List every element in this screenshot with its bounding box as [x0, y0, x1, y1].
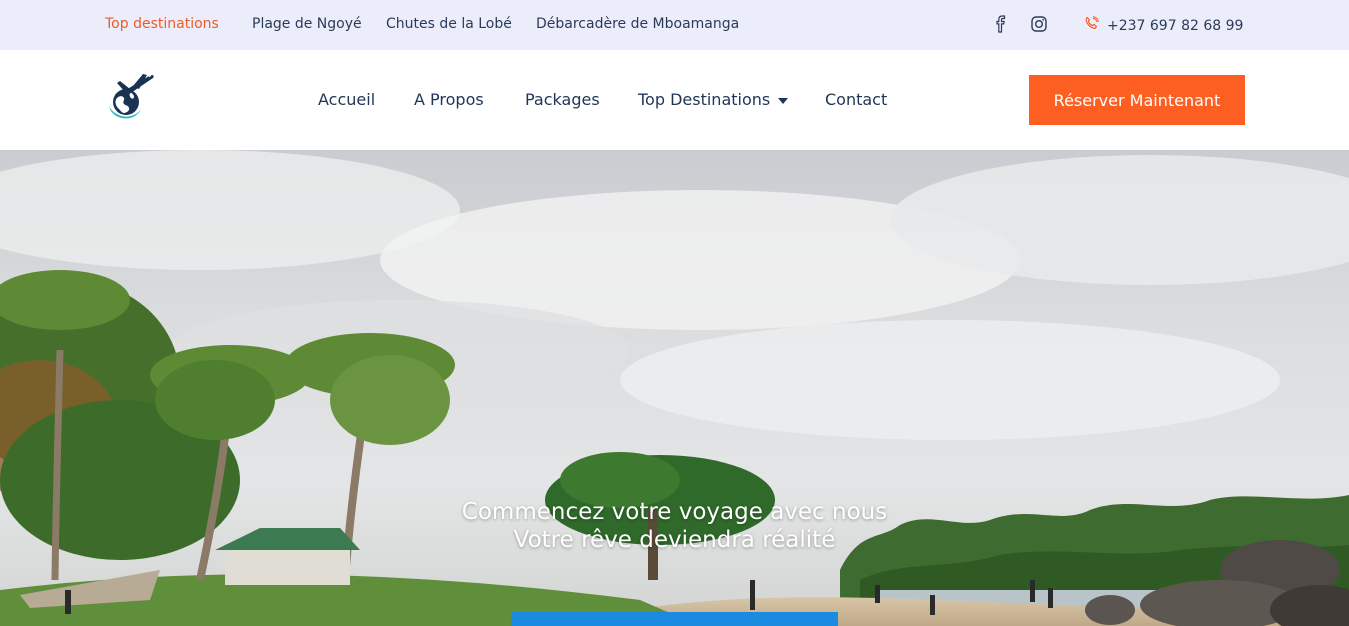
- main-header: Accueil A Propos Packages Top Destinatio…: [0, 50, 1349, 150]
- airplane-globe-logo[interactable]: [103, 72, 159, 124]
- hero-line-2: Votre rêve deviendra réalité: [513, 527, 836, 553]
- chevron-down-icon: [778, 97, 789, 104]
- nav-accueil[interactable]: Accueil: [318, 90, 375, 109]
- nav-packages[interactable]: Packages: [525, 90, 600, 109]
- toplink-plage-de-ngoye[interactable]: Plage de Ngoyé: [252, 16, 362, 32]
- facebook-icon[interactable]: [992, 15, 1010, 33]
- nav-top-destinations[interactable]: Top Destinations: [638, 90, 789, 109]
- phone-icon: [1084, 16, 1099, 35]
- nav-a-propos[interactable]: A Propos: [414, 90, 484, 109]
- hero-banner: Commencez votre voyage avec nous Votre r…: [0, 150, 1349, 626]
- hero-action-button[interactable]: [511, 612, 838, 626]
- top-bar: Top destinations Plage de Ngoyé Chutes d…: [0, 0, 1349, 50]
- toplink-chutes-de-la-lobe[interactable]: Chutes de la Lobé: [386, 16, 512, 32]
- hero-background-image: [0, 150, 1349, 626]
- nav-contact[interactable]: Contact: [825, 90, 887, 109]
- toplink-top-destinations[interactable]: Top destinations: [105, 16, 219, 32]
- toplink-debarcadere-mboamanga[interactable]: Débarcadère de Mboamanga: [536, 16, 739, 32]
- phone-contact[interactable]: +237 697 82 68 99: [1084, 16, 1243, 35]
- hero-line-1: Commencez votre voyage avec nous: [461, 499, 888, 525]
- nav-top-destinations-label: Top Destinations: [638, 90, 771, 109]
- hero-headline: Commencez votre voyage avec nous Votre r…: [0, 498, 1349, 554]
- reserve-now-button[interactable]: Réserver Maintenant: [1029, 75, 1245, 125]
- instagram-icon[interactable]: [1030, 15, 1048, 33]
- phone-number: +237 697 82 68 99: [1107, 17, 1244, 34]
